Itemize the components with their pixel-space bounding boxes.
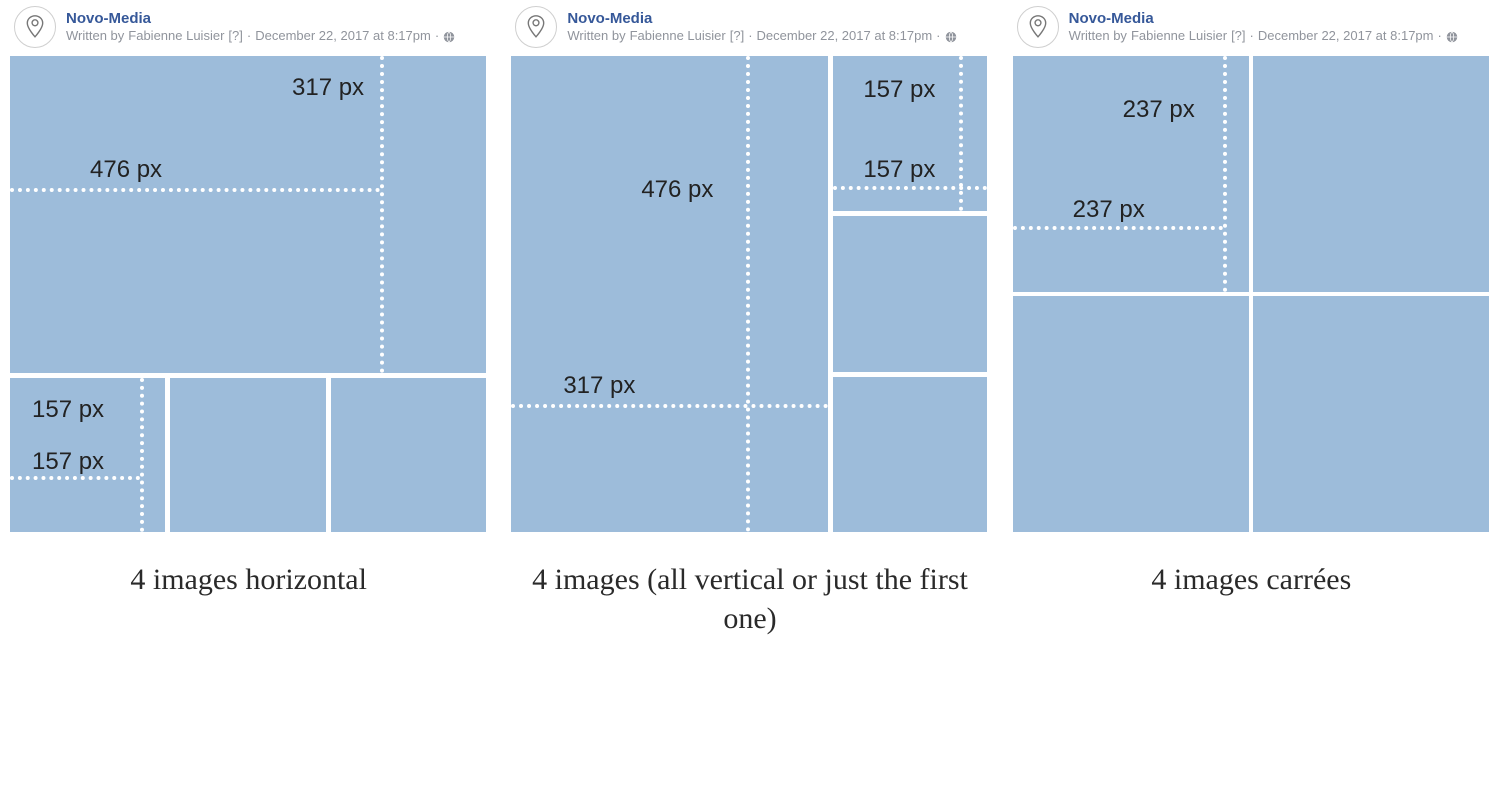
page-name-link[interactable]: Novo-Media — [1069, 10, 1458, 29]
page-name-link[interactable]: Novo-Media — [567, 10, 956, 29]
guide-line — [10, 476, 140, 480]
layout-mock-vertical: 476 px 317 px 157 px 157 px — [511, 56, 987, 532]
guide-line — [10, 188, 380, 192]
guide-line — [511, 404, 828, 408]
author-link[interactable]: Fabienne Luisier — [1131, 28, 1227, 44]
byline: Written by Fabienne Luisier [?] · Decemb… — [66, 28, 455, 44]
avatar[interactable] — [1017, 6, 1059, 48]
author-badge: [?] — [730, 28, 744, 44]
tile-thumb-3 — [833, 377, 987, 532]
byline-prefix: Written by — [567, 28, 625, 44]
layout-caption: 4 images (all vertical or just the first… — [511, 560, 988, 638]
avatar[interactable] — [14, 6, 56, 48]
dim-main-width: 317 px — [563, 372, 635, 400]
author-link[interactable]: Fabienne Luisier — [128, 28, 224, 44]
globe-icon — [1446, 28, 1458, 44]
dim-thumb-height: 157 px — [32, 396, 104, 424]
separator: · — [247, 28, 251, 44]
separator: · — [748, 28, 752, 44]
guide-line — [380, 56, 384, 373]
guide-line — [959, 56, 963, 211]
dim-square-height: 237 px — [1123, 96, 1195, 124]
byline: Written by Fabienne Luisier [?] · Decemb… — [567, 28, 956, 44]
dim-thumb-width: 157 px — [32, 448, 104, 476]
post-header: Novo-Media Written by Fabienne Luisier [… — [1013, 0, 1490, 56]
logo-pin-icon — [1024, 13, 1052, 41]
tile-main — [10, 56, 486, 373]
guide-line — [140, 378, 144, 532]
post-header: Novo-Media Written by Fabienne Luisier [… — [511, 0, 988, 56]
tile-1 — [1013, 56, 1249, 292]
dim-thumb-width: 157 px — [863, 156, 935, 184]
byline-prefix: Written by — [66, 28, 124, 44]
tile-thumb-2 — [833, 216, 987, 372]
guide-line — [746, 56, 750, 532]
guide-line — [1223, 56, 1227, 292]
dim-main-width: 476 px — [90, 156, 162, 184]
separator: · — [936, 28, 940, 44]
layout-mock-square: 237 px 237 px — [1013, 56, 1489, 532]
globe-icon — [945, 28, 957, 44]
separator: · — [1250, 28, 1254, 44]
tile-4 — [1253, 296, 1489, 532]
tile-3 — [1013, 296, 1249, 532]
dim-main-height: 317 px — [292, 74, 364, 102]
layout-column-square: Novo-Media Written by Fabienne Luisier [… — [1013, 0, 1490, 638]
tile-2 — [1253, 56, 1489, 292]
guide-line — [833, 186, 987, 190]
tile-main — [511, 56, 828, 532]
globe-icon — [443, 28, 455, 44]
timestamp: December 22, 2017 at 8:17pm — [1258, 28, 1434, 44]
page-name-link[interactable]: Novo-Media — [66, 10, 455, 29]
tile-thumb-3 — [331, 378, 486, 532]
tile-thumb-2 — [170, 378, 326, 532]
layout-column-vertical: Novo-Media Written by Fabienne Luisier [… — [511, 0, 988, 638]
logo-pin-icon — [21, 13, 49, 41]
author-badge: [?] — [228, 28, 242, 44]
dim-main-height: 476 px — [641, 176, 713, 204]
timestamp: December 22, 2017 at 8:17pm — [255, 28, 431, 44]
byline-prefix: Written by — [1069, 28, 1127, 44]
byline: Written by Fabienne Luisier [?] · Decemb… — [1069, 28, 1458, 44]
post-header: Novo-Media Written by Fabienne Luisier [… — [10, 0, 487, 56]
dim-square-width: 237 px — [1073, 196, 1145, 224]
layout-mock-horizontal: 476 px 317 px 157 px 157 px — [10, 56, 486, 532]
avatar[interactable] — [515, 6, 557, 48]
logo-pin-icon — [522, 13, 550, 41]
layout-caption: 4 images horizontal — [10, 560, 487, 599]
layout-caption: 4 images carrées — [1013, 560, 1490, 599]
author-link[interactable]: Fabienne Luisier — [630, 28, 726, 44]
separator: · — [435, 28, 439, 44]
dim-thumb-height: 157 px — [863, 76, 935, 104]
timestamp: December 22, 2017 at 8:17pm — [757, 28, 933, 44]
layout-column-horizontal: Novo-Media Written by Fabienne Luisier [… — [10, 0, 487, 638]
guide-line — [1013, 226, 1223, 230]
separator: · — [1437, 28, 1441, 44]
author-badge: [?] — [1231, 28, 1245, 44]
